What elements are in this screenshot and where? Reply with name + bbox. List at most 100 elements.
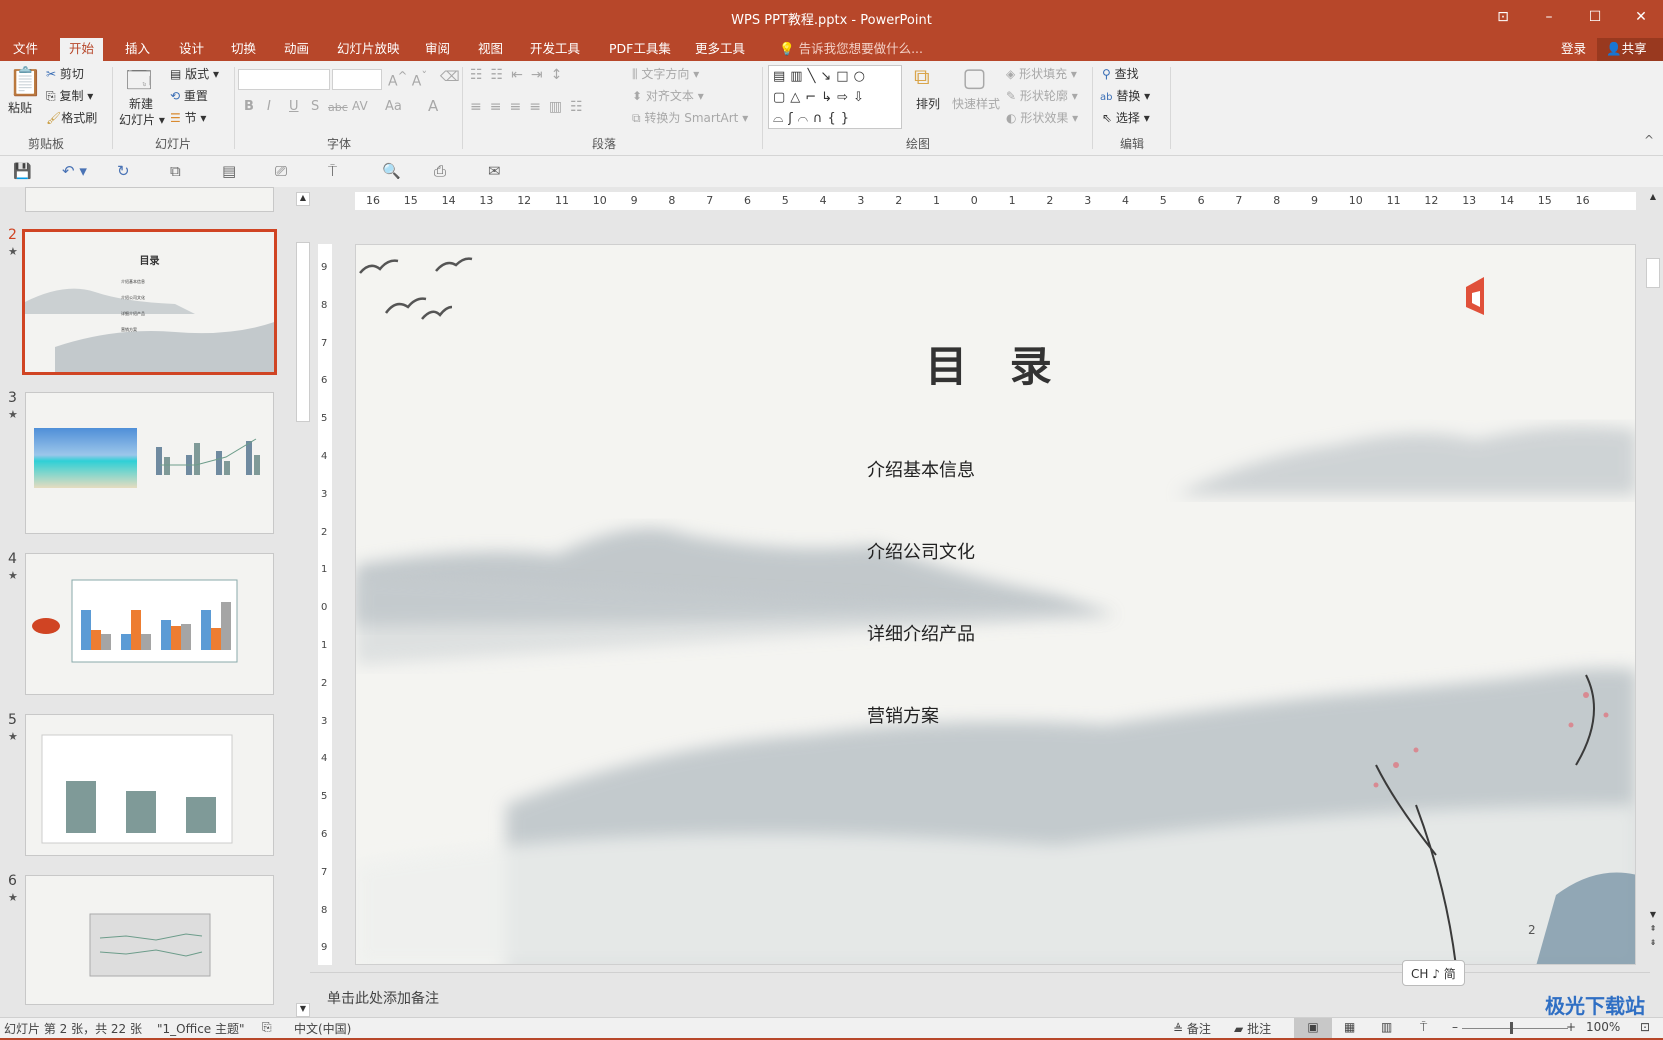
layout-button[interactable]: ▤ 版式 ▾ (170, 65, 219, 82)
reading-view-icon[interactable]: ▥ (1381, 1020, 1392, 1034)
slideshow-icon[interactable]: ⍑ (328, 162, 337, 180)
select-button[interactable]: ⇖ 选择 ▾ (1102, 109, 1150, 126)
tab-design[interactable]: 设计 (170, 38, 213, 61)
ime-indicator[interactable]: CH ♪ 简 (1402, 960, 1465, 986)
share-button[interactable]: 👤共享 (1597, 38, 1663, 61)
format-painter-button[interactable]: 🖌格式刷 (46, 109, 97, 126)
tab-transitions[interactable]: 切换 (222, 38, 265, 61)
tab-animations[interactable]: 动画 (275, 38, 318, 61)
thumbnail-slide-3[interactable] (25, 392, 274, 534)
notes-button[interactable]: ≜ 备注 (1173, 1020, 1211, 1037)
presenter-icon[interactable]: ⎚ (275, 162, 287, 180)
underline-button[interactable]: U (289, 99, 299, 114)
bold-button[interactable]: B (244, 99, 254, 114)
tab-slideshow[interactable]: 幻灯片放映 (328, 38, 409, 61)
scroll-up-icon[interactable]: ▲ (296, 192, 310, 206)
char-spacing-button[interactable]: AV (352, 99, 368, 113)
paste-icon[interactable]: 📋 (8, 65, 43, 98)
scrollbar-thumb[interactable] (1646, 258, 1660, 288)
italic-button[interactable]: I (267, 99, 271, 114)
from-beginning-icon[interactable]: ⧉ (170, 162, 181, 180)
new-slide-dropdown[interactable]: 幻灯片 ▾ (119, 111, 165, 128)
scrollbar-thumb[interactable] (296, 242, 310, 422)
zoom-in-icon[interactable]: + (1566, 1020, 1576, 1034)
slide-item-1[interactable]: 介绍基本信息 (867, 456, 975, 482)
spellcheck-icon[interactable]: ⎘ (262, 1020, 272, 1035)
save-icon[interactable]: 💾 (13, 162, 32, 180)
thumbnail-slide-6[interactable] (25, 875, 274, 1005)
slide-title[interactable]: 目 录 (356, 333, 1635, 394)
tab-home[interactable]: 开始 (60, 38, 104, 61)
font-name-combo[interactable] (238, 69, 330, 90)
fit-to-window-icon[interactable]: ⊡ (1640, 1020, 1650, 1034)
thumbnail-slide-1[interactable] (25, 187, 274, 212)
quick-styles-icon[interactable]: ▢ (962, 63, 987, 93)
arrange-button[interactable]: 排列 (916, 95, 940, 112)
zoom-level[interactable]: 100% (1586, 1020, 1620, 1034)
close-button[interactable]: ✕ (1626, 6, 1656, 28)
slide-item-3[interactable]: 详细介绍产品 (867, 620, 975, 646)
maximize-button[interactable]: ☐ (1580, 6, 1610, 28)
slide-canvas[interactable]: 目 录 介绍基本信息 介绍公司文化 详细介绍产品 营销方案 2 (355, 244, 1636, 965)
notes-placeholder[interactable]: 单击此处添加备注 (327, 988, 439, 1008)
font-size-combo[interactable] (332, 69, 382, 90)
slideshow-view-icon[interactable]: ⍑ (1420, 1020, 1427, 1035)
language[interactable]: 中文(中国) (294, 1020, 351, 1037)
change-case-button[interactable]: Aa (385, 99, 402, 114)
sign-in-link[interactable]: 登录 (1552, 38, 1595, 61)
reset-button[interactable]: ⟲ 重置 (170, 87, 208, 104)
slide-sorter-icon[interactable]: ▦ (1344, 1020, 1355, 1034)
tab-file[interactable]: 文件 (4, 38, 47, 61)
zoom-slider[interactable] (1462, 1028, 1568, 1029)
text-direction-button[interactable]: ⫼ 文字方向 ▾ (632, 65, 699, 82)
align-text-button[interactable]: ⬍ 对齐文本 ▾ (632, 87, 704, 104)
minimize-button[interactable]: – (1534, 6, 1564, 28)
cut-button[interactable]: ✂ 剪切 (46, 65, 84, 82)
tab-insert[interactable]: 插入 (116, 38, 159, 61)
slide-item-2[interactable]: 介绍公司文化 (867, 538, 975, 564)
tab-more-tools[interactable]: 更多工具 (686, 38, 754, 61)
shape-outline-button[interactable]: ✎ 形状轮廓 ▾ (1006, 87, 1078, 104)
quick-styles-button[interactable]: 快速样式 (952, 95, 1000, 112)
tab-view[interactable]: 视图 (469, 38, 512, 61)
list-buttons[interactable]: ☷☷⇤⇥↕ (470, 67, 570, 83)
find-button[interactable]: ⚲ 查找 (1102, 65, 1139, 82)
paste-button[interactable]: 粘贴 (8, 99, 32, 116)
thumbnail-slide-4[interactable] (25, 553, 274, 695)
clear-format-icon[interactable]: ⌫ (440, 69, 460, 85)
undo-icon[interactable]: ↶ ▾ (62, 162, 87, 180)
redo-icon[interactable]: ↻ (117, 162, 130, 180)
align-buttons[interactable]: ≡≡≡≡▥☷ (470, 99, 591, 115)
slide-scrollbar[interactable]: ▲ ▼ ⇞ ⇟ (1646, 192, 1660, 965)
tab-developer[interactable]: 开发工具 (521, 38, 589, 61)
new-slide-button[interactable]: 新建 (129, 95, 153, 112)
textbox-icon[interactable]: ▤ (222, 162, 236, 180)
shape-fill-button[interactable]: ◈ 形状填充 ▾ (1006, 65, 1077, 82)
font-color-button[interactable]: A (428, 97, 438, 115)
slide-item-4[interactable]: 营销方案 (867, 702, 939, 728)
shape-effects-button[interactable]: ◐ 形状效果 ▾ (1006, 109, 1078, 126)
grow-font-icon[interactable]: A^ Aˇ (388, 69, 427, 90)
tell-me-search[interactable]: 💡 告诉我您想要做什么... (770, 38, 932, 61)
email-icon[interactable]: ✉ (488, 162, 501, 180)
shadow-button[interactable]: S (311, 99, 319, 114)
thumbnail-scrollbar[interactable]: ▲ ▼ (296, 192, 310, 1017)
copy-button[interactable]: ⎘ 复制 ▾ (46, 87, 93, 104)
section-button[interactable]: ☰ 节 ▾ (170, 109, 206, 126)
shapes-gallery[interactable]: ▤▥╲↘□○ ▢△⌐↳⇨⇩ ⌓ʃ⌒∩{} (768, 65, 902, 129)
zoom-slider-thumb[interactable] (1510, 1022, 1513, 1034)
thumbnail-slide-2[interactable]: 目录 介绍基本信息 介绍公司文化 详细介绍产品 营销方案 (22, 229, 277, 375)
scroll-up-icon[interactable]: ▲ (1646, 192, 1660, 204)
scroll-down-icon[interactable]: ▼ (296, 1003, 310, 1017)
tab-review[interactable]: 审阅 (416, 38, 459, 61)
collapse-ribbon-icon[interactable]: ^ (1644, 133, 1654, 147)
replace-button[interactable]: ab 替换 ▾ (1100, 87, 1150, 104)
normal-view-icon[interactable]: ▣ (1294, 1018, 1332, 1038)
smartart-button[interactable]: ⧉ 转换为 SmartArt ▾ (632, 109, 748, 126)
tab-pdf-tools[interactable]: PDF工具集 (600, 38, 680, 61)
arrange-icon[interactable]: ⧉ (914, 65, 930, 90)
thumbnail-slide-5[interactable] (25, 714, 274, 856)
ribbon-display-options-icon[interactable]: ⊡ (1488, 6, 1518, 28)
print-icon[interactable]: ⎙ (434, 162, 446, 180)
prev-next-slide-icons[interactable]: ▼ ⇞ ⇟ (1646, 908, 1660, 950)
